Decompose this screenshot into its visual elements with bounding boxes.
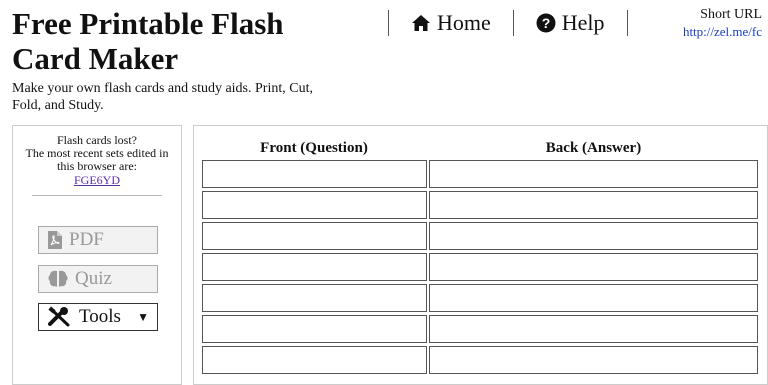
chevron-down-icon: ▼: [137, 309, 149, 324]
card-row: [202, 191, 758, 219]
recent-sets-box: Flash cards lost? The most recent sets e…: [13, 126, 181, 187]
brain-icon: [48, 270, 68, 287]
tools-dropdown[interactable]: Tools ▼: [38, 303, 158, 331]
short-url-box: Short URL http://zel.me/fc: [683, 6, 762, 41]
nav-divider: [626, 10, 628, 36]
card-row: [202, 160, 758, 188]
recent-set-link[interactable]: FGE6YD: [74, 174, 120, 187]
help-link[interactable]: ? Help: [536, 10, 605, 36]
back-question-input[interactable]: [429, 284, 758, 312]
pdf-label: PDF: [69, 229, 104, 250]
front-question-input[interactable]: [202, 160, 427, 188]
front-column-header: Front (Question): [260, 140, 368, 156]
card-row: [202, 346, 758, 374]
quiz-button[interactable]: Quiz: [38, 265, 158, 293]
front-question-input[interactable]: [202, 315, 427, 343]
tools-label: Tools: [79, 306, 121, 327]
short-url-label: Short URL: [700, 7, 762, 22]
card-row: [202, 222, 758, 250]
back-question-input[interactable]: [429, 315, 758, 343]
card-row: [202, 253, 758, 281]
page-subtitle: Make your own flash cards and study aids…: [12, 81, 313, 113]
short-url-link[interactable]: http://zel.me/fc: [683, 24, 762, 39]
front-question-input[interactable]: [202, 346, 427, 374]
card-row: [202, 284, 758, 312]
nav-divider: [388, 10, 389, 36]
nav-divider: [512, 10, 514, 36]
back-question-input[interactable]: [429, 346, 758, 374]
flashcard-table: Front (Question) Back (Answer): [193, 125, 768, 385]
sidebar: Flash cards lost? The most recent sets e…: [12, 125, 182, 385]
svg-text:?: ?: [541, 15, 550, 31]
help-icon: ?: [536, 13, 556, 33]
home-link[interactable]: Home: [411, 10, 491, 36]
page-title: Free Printable Flash Card Maker: [12, 6, 284, 76]
home-icon: [412, 15, 430, 31]
front-question-input[interactable]: [202, 222, 427, 250]
card-row: [202, 315, 758, 343]
back-question-input[interactable]: [429, 160, 758, 188]
front-question-input[interactable]: [202, 253, 427, 281]
back-question-input[interactable]: [429, 191, 758, 219]
sidebar-divider: [32, 195, 162, 196]
home-label: Home: [437, 10, 491, 35]
pdf-button[interactable]: PDF: [38, 226, 158, 254]
front-question-input[interactable]: [202, 284, 427, 312]
recent-sets-text: The most recent sets edited in this brow…: [25, 146, 169, 173]
back-question-input[interactable]: [429, 253, 758, 281]
quiz-label: Quiz: [75, 268, 112, 289]
back-column-header: Back (Answer): [545, 140, 642, 156]
tools-icon: [48, 306, 70, 327]
top-nav: Home ? Help: [388, 6, 628, 40]
front-question-input[interactable]: [202, 191, 427, 219]
back-question-input[interactable]: [429, 222, 758, 250]
pdf-icon: [48, 231, 62, 249]
help-label: Help: [561, 10, 605, 35]
